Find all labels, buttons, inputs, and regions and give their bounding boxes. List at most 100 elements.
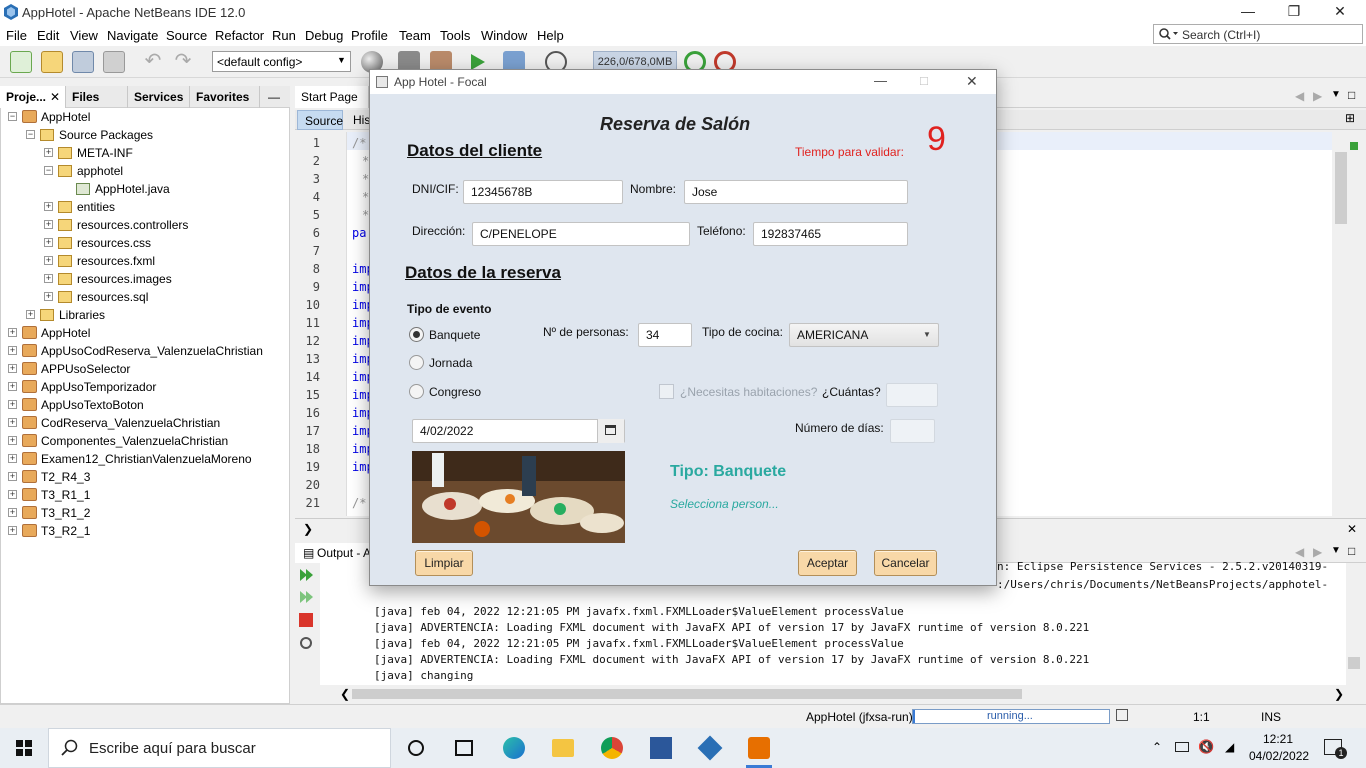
expand-toggle-icon[interactable]: + bbox=[8, 400, 17, 409]
expand-toggle-icon[interactable]: + bbox=[8, 364, 17, 373]
rerun-params-icon[interactable] bbox=[298, 589, 314, 608]
tree-item[interactable]: + AppUsoTextoBoton bbox=[8, 396, 144, 414]
expand-toggle-icon[interactable]: + bbox=[8, 328, 17, 337]
cuantas-field[interactable] bbox=[886, 383, 938, 407]
expand-toggle-icon[interactable]: + bbox=[8, 508, 17, 517]
menu-refactor[interactable]: Refactor bbox=[215, 28, 264, 43]
expand-toggle-icon[interactable]: + bbox=[44, 292, 53, 301]
expand-toggle-icon[interactable]: + bbox=[44, 202, 53, 211]
tree-item[interactable]: AppHotel.java bbox=[62, 180, 170, 198]
tab-list-icon[interactable]: ▼ bbox=[1331, 545, 1341, 556]
menu-window[interactable]: Window bbox=[481, 28, 527, 43]
java-icon[interactable] bbox=[748, 737, 770, 759]
menu-help[interactable]: Help bbox=[537, 28, 564, 43]
scroll-left-icon[interactable]: ❮ bbox=[340, 687, 350, 701]
tree-item[interactable]: + META-INF bbox=[44, 144, 133, 162]
clock-time[interactable]: 12:21 bbox=[1263, 732, 1293, 746]
menu-source[interactable]: Source bbox=[166, 28, 207, 43]
code-line[interactable]: /* bbox=[352, 496, 366, 510]
menu-debug[interactable]: Debug bbox=[305, 28, 343, 43]
habitaciones-checkbox[interactable] bbox=[659, 384, 674, 399]
settings-icon[interactable] bbox=[298, 635, 314, 654]
expand-icon[interactable]: ❯ bbox=[303, 522, 313, 536]
scroll-left-icon[interactable]: ◀ bbox=[1295, 89, 1304, 103]
maximize-icon[interactable]: □ bbox=[1348, 88, 1355, 102]
clock-date[interactable]: 04/02/2022 bbox=[1249, 749, 1309, 763]
tab-list-icon[interactable]: ▼ bbox=[1331, 89, 1341, 100]
menu-run[interactable]: Run bbox=[272, 28, 296, 43]
tree-item[interactable]: + resources.css bbox=[44, 234, 151, 252]
tree-item[interactable]: − apphotel bbox=[44, 162, 123, 180]
menu-team[interactable]: Team bbox=[399, 28, 431, 43]
subtab-source[interactable]: Source bbox=[297, 110, 343, 130]
code-line[interactable]: pa bbox=[352, 226, 366, 240]
restore-button[interactable]: ❐ bbox=[1271, 0, 1317, 24]
new-project-icon[interactable] bbox=[41, 51, 63, 73]
radio-banquete-label[interactable]: Banquete bbox=[429, 328, 480, 342]
limpiar-button[interactable]: Limpiar bbox=[415, 550, 473, 576]
tab-start-page[interactable]: Start Page bbox=[295, 86, 369, 108]
tree-item[interactable]: + APPUsoSelector bbox=[8, 360, 130, 378]
close-icon[interactable]: ✕ bbox=[50, 86, 60, 108]
expand-toggle-icon[interactable]: + bbox=[26, 310, 35, 319]
close-button[interactable]: ✕ bbox=[1317, 0, 1363, 24]
cancelar-button[interactable]: Cancelar bbox=[874, 550, 937, 576]
telefono-field[interactable]: 192837465 bbox=[753, 222, 908, 246]
new-file-icon[interactable] bbox=[10, 51, 32, 73]
cocina-select[interactable]: AMERICANA ▼ bbox=[789, 323, 939, 347]
minimize-panel-icon[interactable]: — bbox=[262, 86, 290, 108]
tab-projects[interactable]: Proje... ✕ bbox=[0, 86, 66, 108]
minimize-button[interactable]: — bbox=[1225, 0, 1271, 24]
config-select[interactable]: <default config> ▼ bbox=[212, 51, 351, 72]
save-all-icon[interactable] bbox=[103, 51, 125, 73]
dialog-close-button[interactable]: ✕ bbox=[966, 73, 978, 90]
calendar-button[interactable] bbox=[597, 419, 624, 443]
taskbar-search-input[interactable]: Escribe aquí para buscar bbox=[48, 728, 391, 768]
tree-item[interactable]: + AppHotel bbox=[8, 324, 90, 342]
file-explorer-icon[interactable] bbox=[552, 739, 574, 757]
scroll-right-icon[interactable]: ▶ bbox=[1313, 545, 1322, 559]
tree-item[interactable]: + Libraries bbox=[26, 306, 105, 324]
tree-item[interactable]: + resources.sql bbox=[44, 288, 148, 306]
netbeans-taskbar-icon[interactable] bbox=[697, 735, 723, 761]
chevron-up-icon[interactable]: ⌃ bbox=[1152, 740, 1162, 754]
scroll-right-icon[interactable]: ❯ bbox=[1334, 687, 1344, 701]
windows-start-icon[interactable] bbox=[16, 740, 32, 759]
menu-profile[interactable]: Profile bbox=[351, 28, 388, 43]
wifi-icon[interactable]: ◢ bbox=[1225, 740, 1234, 754]
expand-toggle-icon[interactable]: + bbox=[44, 256, 53, 265]
tree-item[interactable]: + resources.images bbox=[44, 270, 172, 288]
expand-toggle-icon[interactable]: − bbox=[8, 112, 17, 121]
word-icon[interactable] bbox=[650, 737, 672, 759]
tree-item[interactable]: − Source Packages bbox=[26, 126, 153, 144]
dialog-maximize-button[interactable]: □ bbox=[920, 73, 928, 88]
tree-item[interactable]: + T3_R2_1 bbox=[8, 522, 90, 540]
nombre-field[interactable]: Jose bbox=[684, 180, 908, 204]
direccion-field[interactable]: C/PENELOPE bbox=[472, 222, 690, 246]
tree-item[interactable]: + resources.fxml bbox=[44, 252, 155, 270]
tree-item[interactable]: + AppUsoCodReserva_ValenzuelaChristian bbox=[8, 342, 263, 360]
expand-toggle-icon[interactable]: + bbox=[8, 526, 17, 535]
notification-icon[interactable]: 1 bbox=[1324, 739, 1347, 759]
maximize-icon[interactable]: □ bbox=[1348, 544, 1355, 558]
tree-item[interactable]: + entities bbox=[44, 198, 115, 216]
chrome-icon[interactable] bbox=[601, 737, 623, 759]
expand-toggle-icon[interactable]: + bbox=[8, 418, 17, 427]
tree-item[interactable]: + AppUsoTemporizador bbox=[8, 378, 156, 396]
expand-toggle-icon[interactable]: + bbox=[8, 472, 17, 481]
code-line[interactable]: /* bbox=[352, 136, 366, 150]
expand-toggle-icon[interactable]: + bbox=[44, 148, 53, 157]
menu-navigate[interactable]: Navigate bbox=[107, 28, 158, 43]
tab-services[interactable]: Services bbox=[128, 86, 190, 108]
tab-files[interactable]: Files bbox=[66, 86, 128, 108]
tree-item[interactable]: + resources.controllers bbox=[44, 216, 188, 234]
menu-view[interactable]: View bbox=[70, 28, 98, 43]
tree-item[interactable]: − AppHotel bbox=[8, 108, 90, 126]
cancel-task-icon[interactable] bbox=[1116, 709, 1128, 721]
close-icon[interactable]: ✕ bbox=[1347, 522, 1357, 536]
tree-item[interactable]: + Componentes_ValenzuelaChristian bbox=[8, 432, 228, 450]
radio-congreso-label[interactable]: Congreso bbox=[429, 385, 481, 399]
stop-icon[interactable] bbox=[299, 613, 313, 627]
dias-field[interactable] bbox=[890, 419, 935, 443]
redo-icon[interactable]: ↷ bbox=[172, 51, 194, 73]
